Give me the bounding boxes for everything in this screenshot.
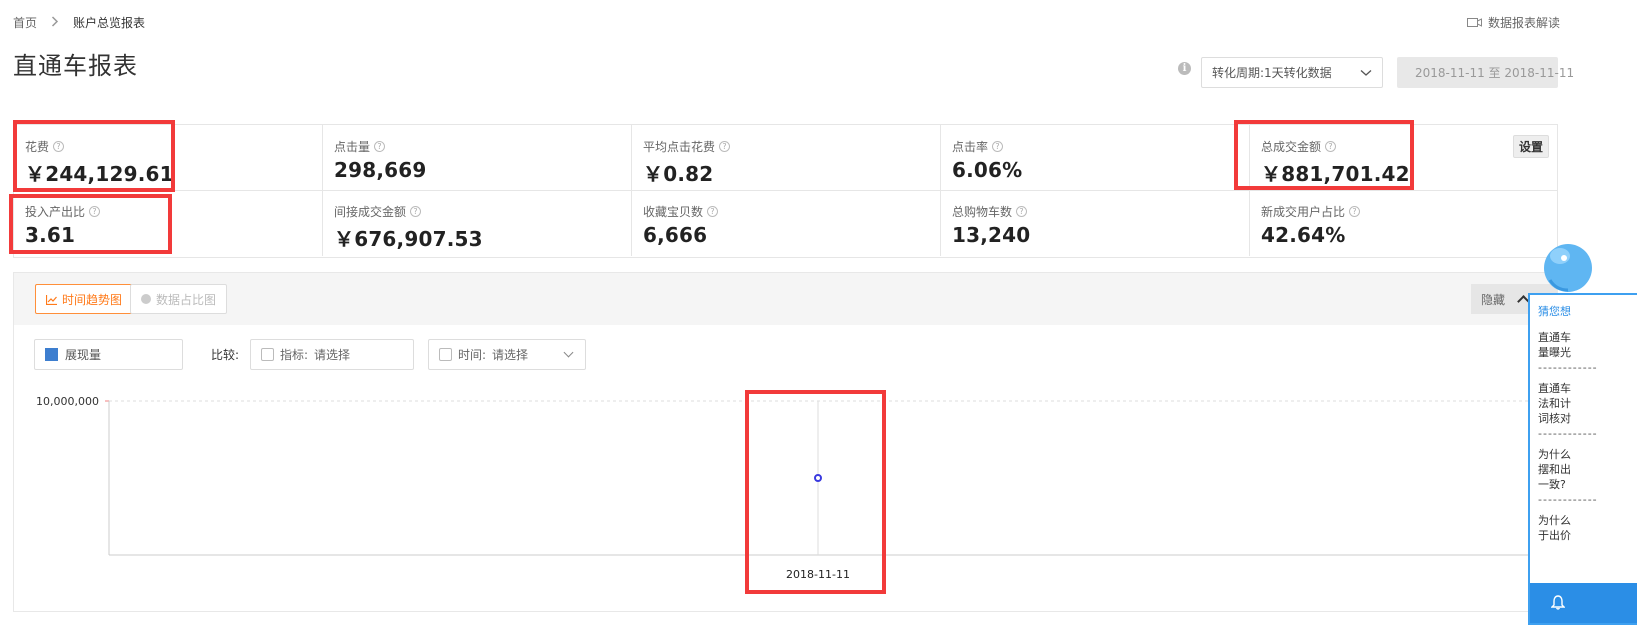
- metric-label: 新成交用户占比: [1261, 205, 1346, 219]
- metric-label: 点击量: [334, 140, 371, 154]
- assistant-mascot-icon: [1544, 244, 1592, 292]
- report-help-link[interactable]: 数据报表解读: [1466, 14, 1560, 31]
- x-tick-label: 2018-11-11: [786, 568, 850, 581]
- metric-label: 投入产出比: [25, 205, 86, 219]
- assistant-title: 猜您想: [1538, 305, 1571, 318]
- metric-label: 总购物车数: [952, 205, 1013, 219]
- metric-label: 间接成交金额: [334, 205, 407, 219]
- time-checkbox[interactable]: [439, 348, 452, 361]
- assistant-divider: ------------: [1538, 427, 1598, 440]
- metric-ctr[interactable]: 点击率? 6.06%: [941, 125, 1250, 191]
- help-icon[interactable]: ?: [719, 141, 731, 152]
- metric-avg-click-cost[interactable]: 平均点击花费? ￥0.82: [632, 125, 941, 191]
- conversion-cycle-value: 转化周期:1天转化数据: [1212, 66, 1332, 80]
- indicator-placeholder: 请选择: [314, 348, 351, 362]
- data-point: [814, 474, 822, 482]
- metric-favorites[interactable]: 收藏宝贝数? 6,666: [632, 190, 941, 256]
- trend-chart: 10,000,000 2018-11-11: [36, 395, 1557, 581]
- settings-button[interactable]: 设置: [1512, 135, 1549, 158]
- metric-value: 298,669: [334, 158, 427, 182]
- breadcrumb-current: 账户总览报表: [73, 16, 146, 30]
- tab-data-share-label: 数据占比图: [156, 292, 217, 307]
- metric-label: 平均点击花费: [643, 140, 716, 154]
- indicator-checkbox[interactable]: [261, 348, 274, 361]
- line-chart-icon: [45, 294, 57, 306]
- tab-time-trend[interactable]: 时间趋势图: [35, 284, 134, 314]
- breadcrumb: 首页 账户总览报表: [13, 14, 145, 31]
- assistant-panel: 猜您想 直通车 量曝光 ------------ 直通车 法和计 词核对 ---…: [1528, 293, 1637, 625]
- video-icon: [1466, 17, 1482, 28]
- assistant-question[interactable]: 为什么 摆和出 一致?: [1538, 447, 1637, 492]
- metric-value: 3.61: [25, 223, 76, 247]
- metric-value: ￥244,129.61: [25, 162, 174, 186]
- metric-cart-adds[interactable]: 总购物车数? 13,240: [941, 190, 1250, 256]
- page-title: 直通车报表: [13, 52, 138, 80]
- metric-value: 6.06%: [952, 158, 1023, 182]
- report-help-label: 数据报表解读: [1487, 16, 1560, 30]
- assistant-question[interactable]: 直通车 量曝光: [1538, 330, 1637, 360]
- assistant-question[interactable]: 直通车 法和计 词核对: [1538, 381, 1637, 426]
- pie-chart-icon: [141, 294, 151, 304]
- metric-clicks[interactable]: 点击量? 298,669: [323, 125, 632, 191]
- help-icon[interactable]: ?: [89, 206, 101, 217]
- help-icon[interactable]: ?: [707, 206, 719, 217]
- conversion-cycle-select[interactable]: 转化周期:1天转化数据: [1201, 57, 1383, 88]
- metric-value: 13,240: [952, 223, 1031, 247]
- help-icon[interactable]: ?: [1325, 141, 1337, 152]
- metric-new-buyer-ratio[interactable]: 新成交用户占比? 42.64%: [1250, 190, 1557, 256]
- help-icon[interactable]: ?: [53, 141, 65, 152]
- metric-total-gmv[interactable]: 总成交金额? ￥881,701.42 设置: [1250, 125, 1557, 191]
- metrics-grid: 花费? ￥244,129.61 点击量? 298,669 平均点击花费? ￥0.…: [13, 124, 1558, 258]
- metric-label: 点击率: [952, 140, 989, 154]
- metric-value: 6,666: [643, 223, 708, 247]
- tab-data-share[interactable]: 数据占比图: [130, 284, 228, 314]
- notification-bar[interactable]: [1530, 583, 1637, 623]
- metric-value: 42.64%: [1261, 223, 1346, 247]
- indicator-label: 指标:: [280, 348, 309, 362]
- metric-legend-select[interactable]: 展现量: [34, 339, 183, 370]
- help-icon[interactable]: ?: [410, 206, 422, 217]
- metric-roi[interactable]: 投入产出比? 3.61: [14, 190, 323, 256]
- breadcrumb-home-link[interactable]: 首页: [13, 14, 37, 31]
- chevron-right-icon: [51, 15, 59, 30]
- compare-indicator-select[interactable]: 指标: 请选择: [250, 339, 414, 370]
- metric-value: ￥676,907.53: [334, 227, 483, 251]
- hide-chart-label: 隐藏: [1481, 292, 1506, 307]
- help-icon[interactable]: ?: [992, 141, 1004, 152]
- compare-time-select[interactable]: 时间: 请选择: [428, 339, 586, 370]
- metric-label: 收藏宝贝数: [643, 205, 704, 219]
- y-tick-label: 10,000,000: [36, 395, 99, 408]
- time-label: 时间:: [458, 348, 487, 362]
- help-icon[interactable]: ?: [1349, 206, 1361, 217]
- legend-swatch: [45, 348, 58, 361]
- chevron-down-icon: [563, 347, 574, 358]
- metric-cost[interactable]: 花费? ￥244,129.61: [14, 125, 323, 191]
- assistant-side-widget[interactable]: 猜您想 直通车 量曝光 ------------ 直通车 法和计 词核对 ---…: [1528, 236, 1637, 625]
- chart-header: 时间趋势图 数据占比图 隐藏: [14, 273, 1557, 325]
- time-placeholder: 请选择: [492, 348, 529, 362]
- date-range-picker[interactable]: 2018-11-11 至 2018-11-11: [1397, 57, 1574, 88]
- chart-panel: 时间趋势图 数据占比图 隐藏 展现量 比较: 指标: 请选择 时间: 请选择 1…: [13, 272, 1558, 612]
- help-icon[interactable]: ?: [1016, 206, 1028, 217]
- metric-indirect-gmv[interactable]: 间接成交金额? ￥676,907.53: [323, 190, 632, 256]
- assistant-divider: ------------: [1538, 361, 1598, 374]
- compare-label: 比较:: [211, 348, 240, 362]
- chevron-down-icon: [1360, 66, 1372, 80]
- legend-label: 展现量: [65, 348, 102, 362]
- tab-time-trend-label: 时间趋势图: [62, 292, 123, 307]
- assistant-divider: ------------: [1538, 493, 1598, 506]
- info-icon[interactable]: i: [1178, 62, 1191, 75]
- bell-icon: [1551, 595, 1565, 610]
- help-icon[interactable]: ?: [374, 141, 386, 152]
- metric-value: ￥881,701.42: [1261, 162, 1410, 186]
- metric-label: 总成交金额: [1261, 140, 1322, 154]
- metric-label: 花费: [25, 140, 50, 154]
- assistant-question[interactable]: 为什么 于出价: [1538, 513, 1637, 543]
- date-range-value: 2018-11-11 至 2018-11-11: [1415, 66, 1575, 80]
- metric-value: ￥0.82: [643, 162, 714, 186]
